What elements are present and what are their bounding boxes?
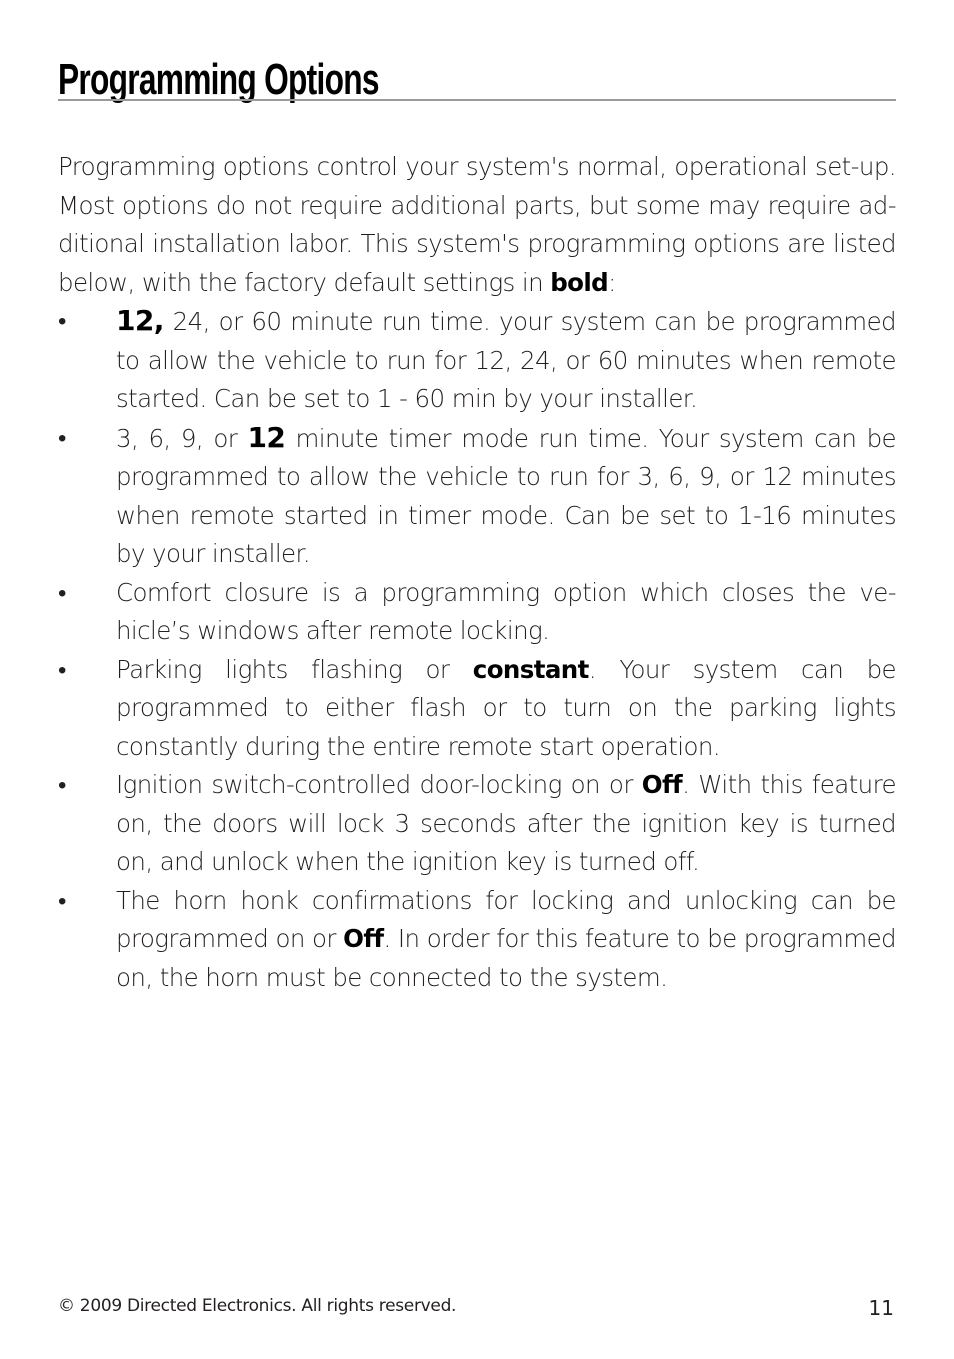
item-text: 24, or 60 minute run time. your system c…: [116, 307, 897, 413]
intro-paragraph: Programming options control your system'…: [58, 148, 897, 302]
default-value: constant: [472, 654, 590, 684]
list-item-ignition-door-locking: • Ignition switch-controlled door-locking…: [58, 766, 897, 882]
bullet-icon: •: [58, 578, 66, 607]
list-item-parking-lights: • Parking lights flashing or constant. Yo…: [58, 651, 897, 767]
bullet-icon: •: [58, 307, 66, 335]
list-item-horn-honk: • The horn honk confirmations for locking…: [58, 882, 897, 998]
bullet-icon: •: [58, 423, 66, 452]
intro-bold-word: bold: [550, 267, 609, 297]
default-value: Off: [343, 924, 384, 953]
item-text: Comfort closure is a programming option …: [116, 577, 897, 646]
title-divider: [58, 99, 896, 101]
default-value: 12: [247, 420, 286, 454]
options-list: • 12, 24, or 60 minute run time. your sys…: [58, 302, 897, 998]
bullet-icon: •: [58, 886, 66, 915]
item-text-pre: 3, 6, 9, or: [116, 423, 248, 453]
bullet-icon: •: [58, 655, 66, 684]
intro-suffix: :: [608, 267, 616, 297]
default-value: Off: [641, 770, 683, 799]
list-item-comfort-closure: • Comfort closure is a programming option…: [58, 574, 897, 651]
list-item-run-time: • 12, 24, or 60 minute run time. your sys…: [58, 302, 897, 419]
bullet-icon: •: [58, 771, 66, 799]
item-text-pre: Parking lights flashing or: [116, 654, 473, 684]
list-item-timer-mode: • 3, 6, 9, or 12 minute timer mode run ti…: [58, 419, 897, 574]
footer-copyright: © 2009 Directed Electronics. All rights …: [58, 1296, 457, 1316]
item-text-pre: Ignition switch-controlled door-locking …: [116, 770, 642, 799]
page-content: Programming options control your system'…: [58, 148, 897, 998]
intro-text: Programming options control your system'…: [58, 152, 897, 297]
page-header: Programming Options: [58, 52, 896, 104]
page-number: 11: [868, 1296, 894, 1320]
default-value: 12,: [116, 304, 164, 337]
